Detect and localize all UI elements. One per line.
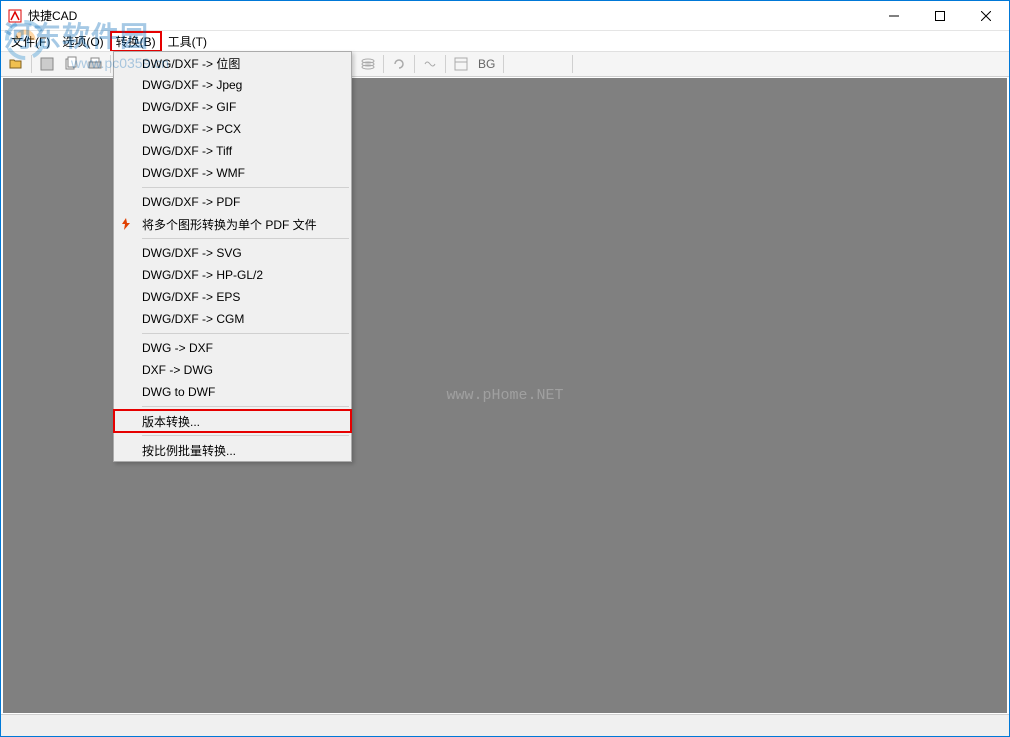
menu-options[interactable]: 选项(O)	[56, 31, 109, 52]
window-controls	[871, 1, 1009, 31]
dropdown-item-dxf-dwg[interactable]: DXF -> DWG	[114, 359, 351, 381]
menu-file[interactable]: 文件(F)	[5, 31, 56, 52]
dropdown-item-version-convert[interactable]: 版本转换...	[114, 410, 351, 432]
dropdown-item-gif[interactable]: DWG/DXF -> GIF	[114, 96, 351, 118]
dropdown-item-cgm[interactable]: DWG/DXF -> CGM	[114, 308, 351, 330]
toolbar-separator	[383, 55, 384, 73]
dropdown-item-bitmap[interactable]: DWG/DXF -> 位图	[114, 52, 351, 74]
dropdown-item-pcx[interactable]: DWG/DXF -> PCX	[114, 118, 351, 140]
dropdown-separator	[142, 406, 349, 407]
close-button[interactable]	[963, 1, 1009, 31]
dropdown-item-label: 将多个图形转换为单个 PDF 文件	[142, 216, 317, 233]
maximize-button[interactable]	[917, 1, 963, 31]
canvas-watermark: www.pHome.NET	[446, 387, 563, 404]
dropdown-item-jpeg[interactable]: DWG/DXF -> Jpeg	[114, 74, 351, 96]
dropdown-item-dwg-dxf[interactable]: DWG -> DXF	[114, 337, 351, 359]
app-icon	[7, 8, 23, 24]
bg-label: BG	[474, 57, 499, 71]
app-title: 快捷CAD	[28, 7, 871, 24]
copy-icon[interactable]	[60, 53, 82, 75]
toolbar-separator	[110, 55, 111, 73]
open-icon[interactable]	[5, 53, 27, 75]
toolbar-separator	[572, 55, 573, 73]
layer-icon[interactable]	[357, 53, 379, 75]
menubar: 文件(F) 选项(O) 转换(B) 工具(T)	[1, 31, 1009, 51]
titlebar: 快捷CAD	[1, 1, 1009, 31]
save-icon[interactable]	[36, 53, 58, 75]
dropdown-item-eps[interactable]: DWG/DXF -> EPS	[114, 286, 351, 308]
dropdown-separator	[142, 238, 349, 239]
dropdown-item-pdf-merge[interactable]: 将多个图形转换为单个 PDF 文件	[114, 213, 351, 235]
refresh-icon[interactable]	[388, 53, 410, 75]
grid-icon[interactable]	[419, 53, 441, 75]
print-icon[interactable]	[84, 53, 106, 75]
dropdown-item-dwg-dwf[interactable]: DWG to DWF	[114, 381, 351, 403]
dropdown-item-pdf[interactable]: DWG/DXF -> PDF	[114, 191, 351, 213]
dropdown-separator	[142, 333, 349, 334]
dropdown-item-wmf[interactable]: DWG/DXF -> WMF	[114, 162, 351, 184]
menu-tools[interactable]: 工具(T)	[162, 31, 213, 52]
dropdown-item-batch-convert[interactable]: 按比例批量转换...	[114, 439, 351, 461]
toolbar-separator	[414, 55, 415, 73]
dropdown-item-svg[interactable]: DWG/DXF -> SVG	[114, 242, 351, 264]
dropdown-item-hpgl[interactable]: DWG/DXF -> HP-GL/2	[114, 264, 351, 286]
dropdown-separator	[142, 435, 349, 436]
layout-icon[interactable]	[450, 53, 472, 75]
dropdown-item-tiff[interactable]: DWG/DXF -> Tiff	[114, 140, 351, 162]
toolbar-separator	[503, 55, 504, 73]
minimize-button[interactable]	[871, 1, 917, 31]
pdf-icon	[118, 216, 134, 232]
toolbar-separator	[31, 55, 32, 73]
convert-dropdown: DWG/DXF -> 位图 DWG/DXF -> Jpeg DWG/DXF ->…	[113, 51, 352, 462]
statusbar	[1, 714, 1009, 736]
dropdown-separator	[142, 187, 349, 188]
menu-convert[interactable]: 转换(B)	[110, 31, 162, 52]
toolbar-separator	[445, 55, 446, 73]
